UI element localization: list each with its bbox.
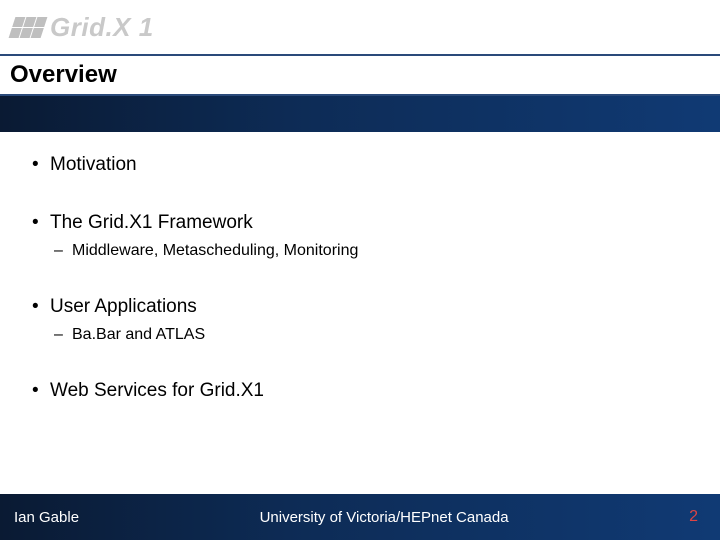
logo-grid-icon [9,17,48,38]
bullet-text: User Applications [50,296,197,317]
slide: Grid.X 1 Overview Motivation The Grid.X1… [0,0,720,540]
title-bar: Overview [0,54,720,96]
sub-list: Middleware, Metascheduling, Monitoring [50,242,690,260]
header: Grid.X 1 [0,0,720,54]
list-item: Motivation [30,154,690,176]
slide-title: Overview [10,61,117,89]
bullet-list: Motivation The Grid.X1 Framework Middlew… [30,154,690,402]
logo-text: Grid.X 1 [50,12,154,43]
bullet-text: The Grid.X1 Framework [50,212,253,233]
list-item: The Grid.X1 Framework Middleware, Metasc… [30,212,690,260]
list-item: Web Services for Grid.X1 [30,380,690,402]
bullet-text: Motivation [50,154,137,175]
sub-bullet-text: Ba.Bar and ATLAS [72,326,205,343]
footer-page-number: 2 [689,508,698,526]
logo: Grid.X 1 [12,12,154,43]
decorative-band [0,96,720,132]
bullet-text: Web Services for Grid.X1 [50,380,264,401]
footer-affiliation: University of Victoria/HEPnet Canada [79,509,689,526]
sub-list-item: Middleware, Metascheduling, Monitoring [50,242,690,260]
sub-list-item: Ba.Bar and ATLAS [50,326,690,344]
footer-author: Ian Gable [14,509,79,526]
list-item: User Applications Ba.Bar and ATLAS [30,296,690,344]
sub-list: Ba.Bar and ATLAS [50,326,690,344]
footer: Ian Gable University of Victoria/HEPnet … [0,494,720,540]
content-area: Motivation The Grid.X1 Framework Middlew… [0,132,720,494]
sub-bullet-text: Middleware, Metascheduling, Monitoring [72,242,358,259]
